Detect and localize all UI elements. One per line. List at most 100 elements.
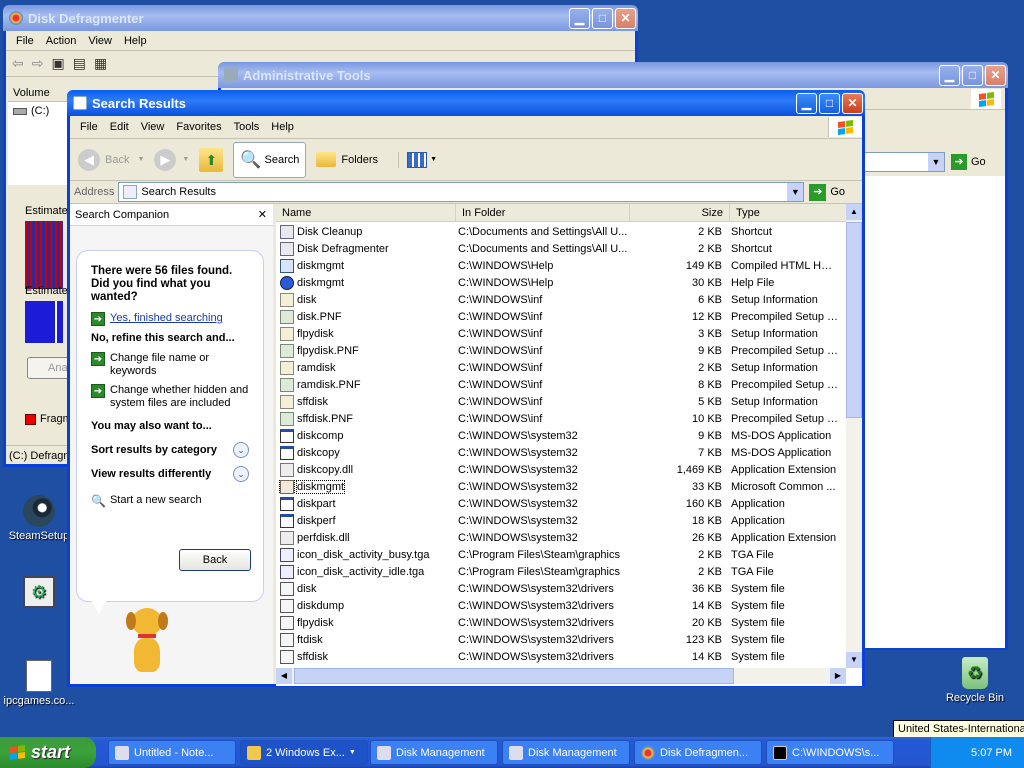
title-bar[interactable]: Disk Defragmenter ▁ □ ✕ xyxy=(3,5,638,31)
start-button[interactable]: start xyxy=(0,737,96,768)
scroll-down-button[interactable]: ▼ xyxy=(846,652,862,668)
desktop-icon-recycle-bin[interactable]: ♻ Recycle Bin xyxy=(938,657,1012,704)
table-row[interactable]: diskpart C:\WINDOWS\system32 160 KB Applica… xyxy=(276,495,862,512)
minimize-button[interactable]: ▁ xyxy=(939,64,960,86)
analyze-button[interactable]: Anal xyxy=(27,357,71,379)
scroll-left-button[interactable]: ◀ xyxy=(276,668,292,684)
menu-tools[interactable]: Tools xyxy=(228,121,266,133)
close-button[interactable]: ✕ xyxy=(842,92,863,114)
forward-arrow-icon[interactable]: ⇨ xyxy=(32,55,44,72)
taskbar-button-disk-management-2[interactable]: Disk Management xyxy=(502,740,630,765)
tree-icon[interactable]: ▣ xyxy=(51,55,64,72)
search-button[interactable]: 🔍 Search xyxy=(233,141,307,178)
table-row[interactable]: ftdisk C:\WINDOWS\system32\drivers 123 KB S… xyxy=(276,631,862,648)
maximize-button[interactable]: □ xyxy=(592,7,613,29)
table-row[interactable]: flpydisk C:\WINDOWS\system32\drivers 20 KB… xyxy=(276,614,862,631)
menu-file[interactable]: File xyxy=(74,121,104,133)
table-row[interactable]: sffdisk C:\WINDOWS\inf 5 KB Setup Informati… xyxy=(276,393,862,410)
close-button[interactable]: ✕ xyxy=(615,7,636,29)
table-row[interactable]: icon_disk_activity_idle.tga C:\Program Fi… xyxy=(276,563,862,580)
table-row[interactable]: diskmgmt C:\WINDOWS\Help 30 KB Help File xyxy=(276,274,862,291)
maximize-button[interactable]: □ xyxy=(962,64,983,86)
up-folder-icon[interactable]: ⬆ xyxy=(199,147,224,172)
desktop-icon-ipcgames[interactable]: ipcgames.co... xyxy=(2,660,76,707)
table-row[interactable]: sffdisk C:\WINDOWS\system32\drivers 14 KB S… xyxy=(276,648,862,665)
menu-help[interactable]: Help xyxy=(118,35,153,47)
close-button[interactable]: ✕ xyxy=(985,64,1006,86)
table-row[interactable]: diskperf C:\WINDOWS\system32 18 KB Applicat… xyxy=(276,512,862,529)
table-row[interactable]: perfdisk.dll C:\WINDOWS\system32 26 KB Appl… xyxy=(276,529,862,546)
table-row[interactable]: flpydisk.PNF C:\WINDOWS\inf 9 KB Precompile… xyxy=(276,342,862,359)
back-arrow-icon[interactable]: ⇦ xyxy=(12,55,24,72)
column-header-name[interactable]: Name xyxy=(276,204,456,221)
address-dropdown[interactable]: ▼ xyxy=(861,152,945,172)
search-results-window[interactable]: Search Results ▁ □ ✕ File Edit View Favo… xyxy=(67,90,865,687)
taskbar-button-cmd[interactable]: C:\WINDOWS\s... xyxy=(766,740,894,765)
table-row[interactable]: flpydisk C:\WINDOWS\inf 3 KB Setup Informat… xyxy=(276,325,862,342)
title-bar[interactable]: Administrative Tools ▁ □ ✕ xyxy=(218,62,1008,88)
column-header-type[interactable]: Type xyxy=(730,204,862,221)
properties-icon[interactable]: ▤ xyxy=(73,55,86,72)
yes-finished-link[interactable]: ➔ Yes, finished searching xyxy=(91,312,249,326)
table-row[interactable]: diskcopy.dll C:\WINDOWS\system32 1,469 KB A… xyxy=(276,461,862,478)
forward-button[interactable]: ▶ ▼ xyxy=(154,148,189,171)
scroll-thumb[interactable] xyxy=(846,222,862,418)
table-row[interactable]: diskcomp C:\WINDOWS\system32 9 KB MS-DOS Ap… xyxy=(276,427,862,444)
scroll-up-button[interactable]: ▲ xyxy=(846,204,862,220)
table-row[interactable]: disk C:\WINDOWS\inf 6 KB Setup Information xyxy=(276,291,862,308)
menu-action[interactable]: Action xyxy=(40,35,83,47)
table-row[interactable]: diskcopy C:\WINDOWS\system32 7 KB MS-DOS Ap… xyxy=(276,444,862,461)
go-label[interactable]: Go xyxy=(971,156,986,168)
scroll-thumb[interactable] xyxy=(294,668,734,684)
table-row[interactable]: diskmgmt C:\WINDOWS\Help 149 KB Compiled HT… xyxy=(276,257,862,274)
table-row[interactable]: icon_disk_activity_busy.tga C:\Program Fi… xyxy=(276,546,862,563)
column-header-folder[interactable]: In Folder xyxy=(456,204,630,221)
new-search-option[interactable]: 🔍 Start a new search xyxy=(91,494,249,508)
address-field[interactable]: Search Results ▼ xyxy=(118,182,805,202)
table-row[interactable]: sffdisk.PNF C:\WINDOWS\inf 10 KB Precompile… xyxy=(276,410,862,427)
search-dog-icon[interactable] xyxy=(124,608,174,678)
minimize-button[interactable]: ▁ xyxy=(569,7,590,29)
back-button[interactable]: Back xyxy=(179,549,251,571)
vertical-scrollbar[interactable]: ▲ ▼ xyxy=(846,204,862,668)
help-icon[interactable]: ▦ xyxy=(94,55,107,72)
table-row[interactable]: Disk Defragmenter C:\Documents and Settin… xyxy=(276,240,862,257)
menu-help[interactable]: Help xyxy=(265,121,300,133)
table-row[interactable]: disk C:\WINDOWS\system32\drivers 36 KB Syst… xyxy=(276,580,862,597)
taskbar-button-explorer-group[interactable]: 2 Windows Ex... ▼ xyxy=(240,740,368,765)
menu-favorites[interactable]: Favorites xyxy=(170,121,227,133)
sort-results-option[interactable]: Sort results by category ⌄ xyxy=(91,442,249,458)
table-row[interactable]: disk.PNF C:\WINDOWS\inf 12 KB Precompiled S… xyxy=(276,308,862,325)
table-row[interactable]: diskmgmt C:\WINDOWS\system32 33 KB Microsof… xyxy=(276,478,862,495)
table-row[interactable]: ramdisk C:\WINDOWS\inf 2 KB Setup Informati… xyxy=(276,359,862,376)
change-hidden-option[interactable]: ➔ Change whether hidden and system files… xyxy=(91,384,249,410)
menu-view[interactable]: View xyxy=(82,35,118,47)
menu-edit[interactable]: Edit xyxy=(104,121,135,133)
go-arrow-icon[interactable]: ➔ xyxy=(809,183,827,201)
column-header-size[interactable]: Size xyxy=(630,204,730,221)
title-bar[interactable]: Search Results ▁ □ ✕ xyxy=(67,90,865,116)
taskbar-button-defragmenter[interactable]: Disk Defragmen... xyxy=(634,740,762,765)
taskbar-button-disk-management-1[interactable]: Disk Management xyxy=(370,740,498,765)
go-label[interactable]: Go xyxy=(830,186,845,198)
change-name-option[interactable]: ➔ Change file name or keywords xyxy=(91,352,249,378)
back-button[interactable]: ◀ Back ▼ xyxy=(78,148,150,171)
table-row[interactable]: diskdump C:\WINDOWS\system32\drivers 14 KB… xyxy=(276,597,862,614)
menu-view[interactable]: View xyxy=(135,121,171,133)
close-icon[interactable]: ✕ xyxy=(258,208,267,221)
horizontal-scrollbar[interactable]: ◀ ▶ xyxy=(276,668,846,684)
go-arrow-icon[interactable]: ➔ xyxy=(951,154,967,170)
views-button[interactable]: ▼ xyxy=(398,151,437,168)
folders-button[interactable]: Folders xyxy=(310,152,384,167)
desktop-icon-control-panel[interactable]: ⚙ xyxy=(2,576,76,611)
minimize-button[interactable]: ▁ xyxy=(796,92,817,114)
maximize-button[interactable]: □ xyxy=(819,92,840,114)
desktop-icon-steamsetup[interactable]: SteamSetup xyxy=(2,495,76,542)
table-row[interactable]: ramdisk.PNF C:\WINDOWS\inf 8 KB Precompiled… xyxy=(276,376,862,393)
table-row[interactable]: Disk Cleanup C:\Documents and Settings\Al… xyxy=(276,223,862,240)
view-results-option[interactable]: View results differently ⌄ xyxy=(91,466,249,482)
taskbar-button-notepad[interactable]: Untitled - Note... xyxy=(108,740,236,765)
volume-row[interactable]: (C:) xyxy=(8,102,72,120)
chevron-down-icon[interactable]: ▼ xyxy=(787,183,804,201)
menu-file[interactable]: File xyxy=(10,35,40,47)
